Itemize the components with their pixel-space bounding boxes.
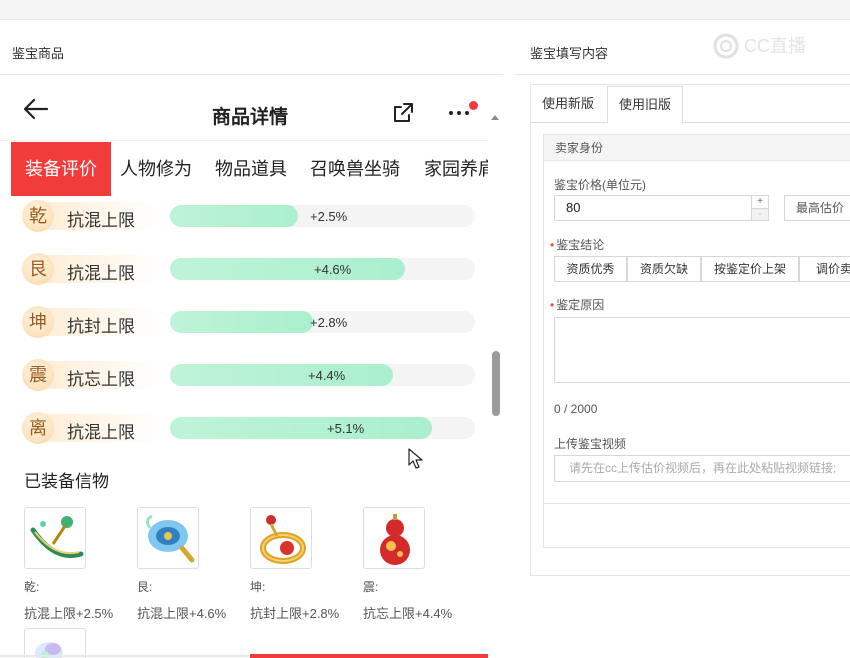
item-name: 乾: — [24, 580, 40, 594]
stat-label: 抗封上限 — [67, 317, 135, 336]
bottom-indicator-track — [0, 655, 250, 657]
stat-row: 离抗混上限 +5.1% — [22, 408, 482, 448]
progress-fill — [170, 364, 393, 386]
scroll-up-icon[interactable] — [491, 115, 499, 120]
stat-value: +2.5% — [310, 209, 348, 224]
item-name: 震: — [363, 580, 379, 594]
share-icon[interactable] — [391, 101, 415, 125]
divider — [544, 503, 850, 504]
category-tabs: 装备评价 人物修为 物品道具 召唤兽坐骑 家园养肩 — [0, 140, 488, 196]
stat-label: 抗混上限 — [67, 264, 135, 283]
right-section-title: 鉴宝填写内容 — [530, 46, 609, 61]
item-name: 坤: — [250, 580, 266, 594]
conclusion-option[interactable]: 资质欠缺 — [627, 256, 701, 282]
stat-value: +5.1% — [327, 421, 365, 436]
tab-character-cultivation[interactable]: 人物修为 — [120, 142, 192, 196]
conclusion-label: • 鉴宝结论 — [550, 238, 605, 252]
jade-bow-icon — [24, 507, 86, 569]
form-panel: 使用新版 使用旧版 卖家身份 鉴宝价格(单位元) 80 + - 最高估价 • 鉴宝… — [530, 84, 850, 576]
stat-row: 震抗忘上限 +4.4% — [22, 355, 482, 395]
mouse-cursor-icon — [408, 448, 423, 469]
seller-identity-header: 卖家身份 — [544, 135, 850, 161]
tab-equipment-evaluation[interactable]: 装备评价 — [11, 142, 111, 196]
equipped-item[interactable]: 艮: 抗混上限+4.6% — [137, 507, 257, 622]
progress-track: +5.1% — [170, 417, 475, 439]
divider — [515, 74, 850, 75]
video-link-input[interactable]: 请先在cc上传估价视频后，再在此处粘贴视频链接; — [554, 455, 850, 482]
progress-fill — [170, 258, 405, 280]
bottom-indicator — [250, 654, 488, 658]
item-name: 艮: — [137, 580, 153, 594]
stat-row: 乾抗混上限 +2.5% — [22, 196, 482, 236]
stat-row: 坤抗封上限 +2.8% — [22, 302, 482, 342]
phone-preview: 商品详情 装备评价 人物修为 物品道具 召唤兽坐骑 家园养肩 乾抗混上限 +2.5… — [0, 75, 488, 658]
conclusion-option[interactable]: 按鉴定价上架 — [701, 256, 799, 282]
item-attr: 抗忘上限+4.4% — [363, 606, 453, 621]
char-counter: 0 / 2000 — [554, 402, 598, 416]
gold-ring-icon — [250, 507, 312, 569]
peacock-mirror-icon — [137, 507, 199, 569]
progress-fill — [170, 205, 298, 227]
max-estimate-button[interactable]: 最高估价 — [784, 195, 850, 221]
reason-textarea[interactable] — [554, 317, 850, 383]
price-stepper[interactable]: + - — [751, 195, 769, 221]
equipped-title: 已装备信物 — [24, 472, 109, 491]
trigram-badge: 离 — [22, 412, 54, 444]
left-panel: 鉴宝商品 商品详情 装备评价 人物修为 物品道具 召唤兽坐骑 家园养肩 乾抗混上… — [0, 20, 503, 658]
tab-homestead[interactable]: 家园养肩 — [424, 142, 488, 196]
increment-icon[interactable]: + — [752, 196, 768, 208]
equipped-item[interactable]: 乾: 抗混上限+2.5% — [24, 507, 144, 622]
form-card: 卖家身份 鉴宝价格(单位元) 80 + - 最高估价 • 鉴宝结论 资质优秀 资质… — [543, 134, 850, 548]
trigram-badge: 乾 — [22, 200, 54, 232]
stat-label: 抗忘上限 — [67, 370, 135, 389]
conclusion-option[interactable]: 调价卖 — [799, 256, 850, 282]
scrollbar-thumb[interactable] — [492, 351, 500, 416]
equipped-item-partial[interactable] — [24, 628, 86, 658]
stat-label: 抗混上限 — [67, 211, 135, 230]
item-attr: 抗混上限+2.5% — [24, 606, 114, 621]
reason-label: • 鉴定原因 — [550, 298, 605, 312]
tab-old-version[interactable]: 使用旧版 — [607, 86, 684, 124]
trigram-badge: 坤 — [22, 306, 54, 338]
tab-items[interactable]: 物品道具 — [215, 142, 287, 196]
progress-track: +2.8% — [170, 311, 475, 333]
equipped-item[interactable]: 震: 抗忘上限+4.4% — [363, 507, 483, 622]
watermark-logo: CC直播 — [713, 33, 806, 59]
stat-value: +4.6% — [314, 262, 352, 277]
stat-value: +4.4% — [308, 368, 346, 383]
nav-bar: 商品详情 — [0, 75, 488, 140]
tab-new-version[interactable]: 使用新版 — [531, 86, 605, 122]
progress-fill — [170, 311, 313, 333]
more-menu-icon[interactable] — [445, 101, 478, 121]
item-attr: 抗封上限+2.8% — [250, 606, 340, 621]
trigram-badge: 震 — [22, 359, 54, 391]
progress-track: +4.6% — [170, 258, 475, 280]
left-section-title: 鉴宝商品 — [12, 46, 65, 61]
decrement-icon[interactable]: - — [752, 208, 768, 220]
tab-pets-mounts[interactable]: 召唤兽坐骑 — [310, 142, 400, 196]
progress-track: +4.4% — [170, 364, 475, 386]
stat-row: 艮抗混上限 +4.6% — [22, 249, 482, 289]
equipped-item[interactable]: 坤: 抗封上限+2.8% — [250, 507, 370, 622]
conclusion-option[interactable]: 资质优秀 — [554, 256, 627, 282]
svg-text:CC直播: CC直播 — [744, 36, 806, 56]
item-attr: 抗混上限+4.6% — [137, 606, 227, 621]
red-gourd-icon — [363, 507, 425, 569]
progress-track: +2.5% — [170, 205, 475, 227]
tab-underline — [531, 122, 850, 123]
price-input[interactable]: 80 — [554, 195, 752, 221]
price-label: 鉴宝价格(单位元) — [554, 178, 646, 192]
notification-dot — [469, 101, 478, 110]
progress-fill — [170, 417, 432, 439]
stat-value: +2.8% — [310, 315, 348, 330]
video-label: 上传鉴宝视频 — [554, 437, 627, 451]
trigram-badge: 艮 — [22, 253, 54, 285]
window-top-strip — [0, 0, 850, 20]
stat-label: 抗混上限 — [67, 423, 135, 442]
